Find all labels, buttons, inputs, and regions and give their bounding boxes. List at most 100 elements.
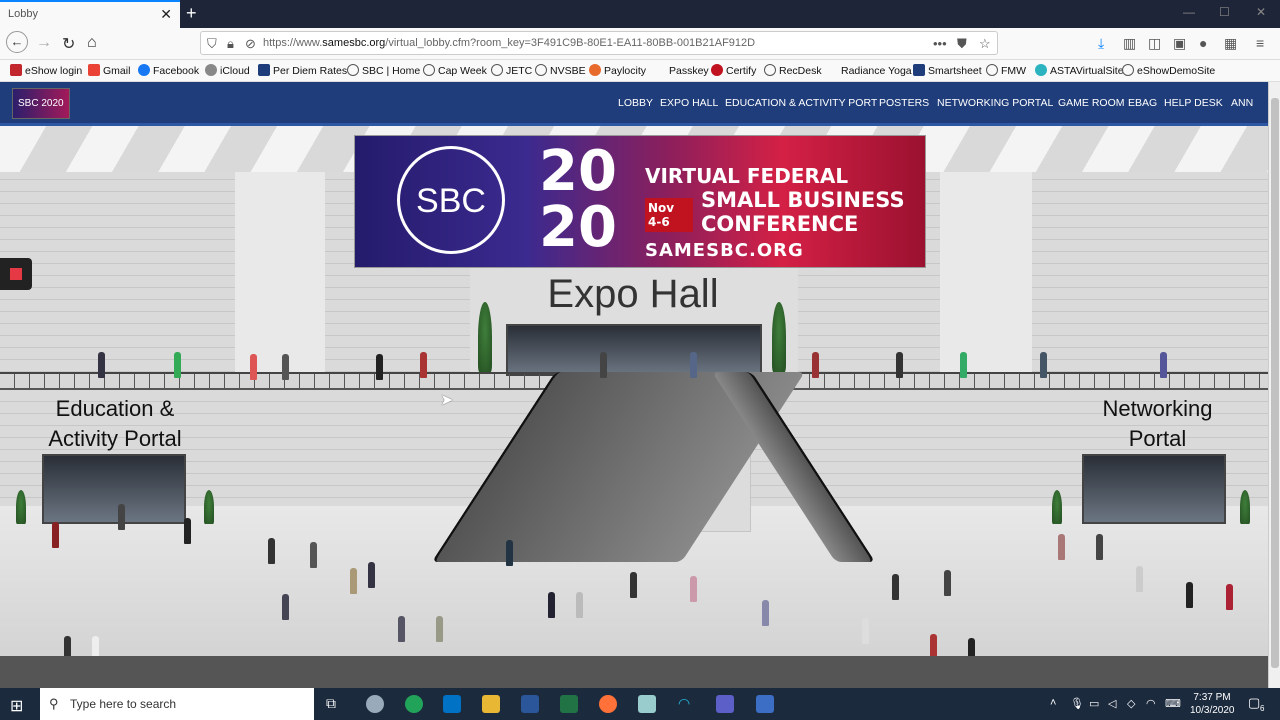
taskbar-search-box[interactable]: ⚲ Type here to search [40, 688, 314, 720]
bookmark-jetc[interactable]: JETC [491, 64, 532, 77]
nav-networking-portal[interactable]: NETWORKING PORTAL [937, 97, 1053, 109]
app-chat-icon[interactable] [366, 695, 384, 713]
network-icon[interactable]: ◠ [1146, 697, 1156, 710]
bookmark-fmw[interactable]: FMW [986, 64, 1026, 77]
attendee [600, 352, 607, 378]
nav-expo-hall[interactable]: EXPO HALL [660, 97, 718, 109]
file-explorer-icon[interactable] [482, 695, 500, 713]
firefox-icon[interactable] [599, 695, 617, 713]
extension-icon[interactable]: ▣ [1173, 35, 1186, 52]
sbc-logo[interactable]: SBC 2020 [12, 88, 70, 119]
shield-icon[interactable]: ⛉ [207, 36, 217, 52]
library-icon[interactable]: ▥ [1123, 35, 1136, 52]
excel-icon[interactable] [560, 695, 578, 713]
permissions-icon[interactable]: ⊘ [245, 36, 256, 52]
site-nav-bar: SBC 2020 LOBBY EXPO HALL EDUCATION & ACT… [0, 82, 1268, 126]
app-sync-icon[interactable] [405, 695, 423, 713]
download-icon[interactable]: ⤓ [1098, 35, 1104, 52]
attendee [896, 352, 903, 378]
microphone-icon[interactable]: 🎙︎ [1070, 697, 1084, 710]
attendee [350, 568, 357, 594]
outlook-icon[interactable] [443, 695, 461, 713]
browser-tab-bar: Lobby ✕ + — ☐ ✕ [0, 0, 1280, 28]
attendee [52, 522, 59, 548]
attendee [398, 616, 405, 642]
bookmark-nvsbe[interactable]: NVSBE [535, 64, 586, 77]
bookmark-certify[interactable]: Certify [711, 64, 756, 77]
bookmark-sbc-home[interactable]: SBC | Home [347, 64, 420, 77]
bookmark-passkey[interactable]: Passkey [654, 64, 709, 77]
address-bar[interactable]: ⛉ 🔒︎ ⊘ https://www.samesbc.org/virtual_l… [200, 31, 998, 55]
bookmark-per-diem-rates[interactable]: Per Diem Rates [258, 64, 347, 77]
networking-portal-entrance[interactable] [1082, 454, 1226, 524]
nav-education-activity-portal[interactable]: EDUCATION & ACTIVITY PORT [725, 97, 877, 109]
bookmark-facebook[interactable]: Facebook [138, 64, 199, 77]
page-actions-icon[interactable]: ••• [933, 36, 947, 51]
attendee [892, 574, 899, 600]
keyboard-icon[interactable]: ⌨ [1165, 697, 1181, 710]
show-hidden-icons-icon[interactable]: ˄ [1050, 697, 1056, 709]
attendee [268, 538, 275, 564]
notifications-icon[interactable]: ▢ [1248, 695, 1260, 711]
sidebar-icon[interactable]: ◫ [1148, 35, 1161, 52]
close-window-button[interactable]: ✕ [1256, 5, 1266, 19]
bookmark-astavirtualsite[interactable]: ASTAVirtualSite [1035, 64, 1124, 77]
bookmark-paylocity[interactable]: Paylocity [589, 64, 646, 77]
speaker-icon[interactable]: ◁ [1108, 697, 1116, 710]
maximize-button[interactable]: ☐ [1219, 5, 1230, 19]
nav-lobby[interactable]: LOBBY [618, 97, 653, 109]
windows-start-icon[interactable]: ⊞ [10, 696, 23, 716]
stop-icon [10, 268, 22, 280]
bookmark-smartsheet[interactable]: Smartsheet [913, 64, 982, 77]
page-scrollbar[interactable] [1268, 82, 1280, 688]
banner-line-conference: CONFERENCE [701, 212, 859, 236]
banner-line-small-business: SMALL BUSINESS [701, 188, 905, 212]
task-view-icon[interactable]: ⧉ [326, 695, 336, 712]
expo-hall-entrance[interactable] [506, 324, 762, 376]
forward-arrow-icon[interactable]: → [36, 34, 52, 52]
extension-badge-icon[interactable]: ▦ [1224, 35, 1237, 52]
attendee [174, 352, 181, 378]
nav-ann[interactable]: ANN [1231, 97, 1253, 109]
stop-recording-button[interactable] [0, 258, 32, 290]
account-icon[interactable]: ● [1199, 35, 1207, 51]
bookmark-radiance-yoga[interactable]: Radiance Yoga [826, 64, 912, 77]
menu-icon[interactable]: ≡ [1256, 35, 1264, 51]
nav-posters[interactable]: POSTERS [879, 97, 929, 109]
education-portal-entrance[interactable] [42, 454, 186, 524]
home-icon[interactable]: ⌂ [87, 34, 97, 52]
reload-icon[interactable]: ↻ [62, 34, 75, 54]
bookmark-cap-week[interactable]: Cap Week [423, 64, 487, 77]
app-notes-icon[interactable] [638, 695, 656, 713]
wifi-app-icon[interactable]: ◠ [678, 695, 690, 712]
nav-game-room[interactable]: GAME ROOM [1058, 97, 1125, 109]
education-portal-sign[interactable]: Education & Activity Portal [40, 394, 190, 454]
networking-portal-sign[interactable]: Networking Portal [1085, 394, 1230, 454]
back-arrow-icon[interactable]: ← [6, 31, 28, 53]
tab-lobby[interactable]: Lobby ✕ [0, 0, 180, 28]
teams-icon[interactable] [716, 695, 734, 713]
expo-hall-sign[interactable]: Expo Hall [468, 272, 798, 317]
battery-icon[interactable]: ▭ [1089, 697, 1099, 710]
minimize-button[interactable]: — [1183, 5, 1195, 19]
bookmark-icloud[interactable]: iCloud [205, 64, 250, 77]
dropbox-icon[interactable]: ◇ [1127, 697, 1135, 710]
word-icon[interactable] [521, 695, 539, 713]
system-clock[interactable]: 7:37 PM 10/3/2020 [1190, 691, 1235, 717]
virtual-lobby-scene: SBC 20 20 VIRTUAL FEDERAL SMALL BUSINESS… [0, 126, 1268, 688]
pocket-icon[interactable]: ⛊ [957, 36, 967, 52]
app-remote-icon[interactable] [756, 695, 774, 713]
nav-ebag[interactable]: EBAG [1128, 97, 1157, 109]
bookmark-star-icon[interactable]: ☆ [979, 36, 991, 52]
bookmark-gmail[interactable]: Gmail [88, 64, 130, 77]
bookmark-eshowdemosite[interactable]: eShowDemoSite [1122, 64, 1215, 77]
nav-help-desk[interactable]: HELP DESK [1164, 97, 1223, 109]
attendee [1058, 534, 1065, 560]
bookmark-recdesk[interactable]: RecDesk [764, 64, 822, 77]
attendee [1226, 584, 1233, 610]
lock-icon[interactable]: 🔒︎ [227, 36, 234, 52]
scrollbar-thumb[interactable] [1271, 98, 1279, 668]
new-tab-button[interactable]: + [186, 3, 197, 24]
bookmark-eshow-login[interactable]: eShow login [10, 64, 82, 77]
tab-close-icon[interactable]: ✕ [160, 6, 172, 23]
